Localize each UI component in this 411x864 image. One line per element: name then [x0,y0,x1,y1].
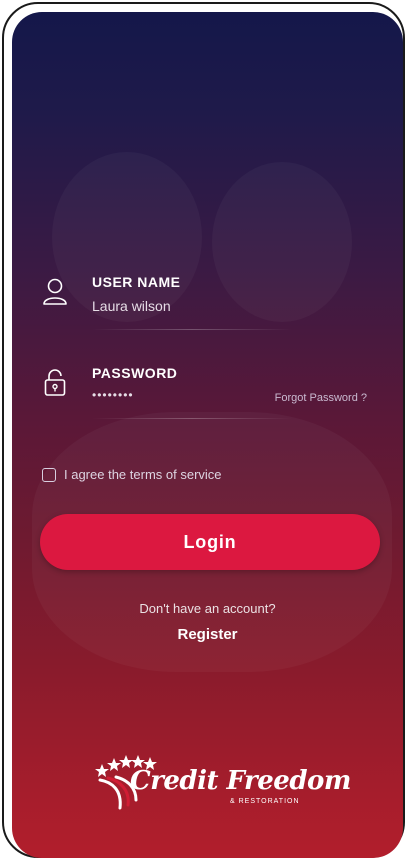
user-icon [42,277,68,307]
login-button[interactable]: Login [40,514,380,570]
username-underline [92,329,292,330]
username-label: USER NAME [92,274,181,290]
no-account-text: Don't have an account? [139,601,276,616]
brand-logo: Credit Freedom & Restoration [92,750,351,820]
phone-frame: USER NAME Laura wilson PASSWORD ••••••••… [2,2,405,858]
forgot-password-link[interactable]: Forgot Password ? [275,392,367,404]
password-underline [92,418,292,419]
lock-icon [42,368,68,398]
logo-secondary-text: & Restoration [230,798,300,805]
password-input[interactable]: •••••••• [92,388,134,402]
username-input[interactable]: Laura wilson [92,298,171,314]
terms-agree-label: I agree the terms of service [64,467,222,482]
login-screen: USER NAME Laura wilson PASSWORD ••••••••… [12,12,403,858]
password-label: PASSWORD [92,365,178,381]
terms-agree-row[interactable]: I agree the terms of service [42,467,222,482]
checkbox-icon[interactable] [42,467,56,482]
register-link[interactable]: Register [12,626,403,643]
username-field[interactable]: USER NAME Laura wilson [42,267,372,337]
logo-primary-text: Credit Freedom [130,766,351,796]
